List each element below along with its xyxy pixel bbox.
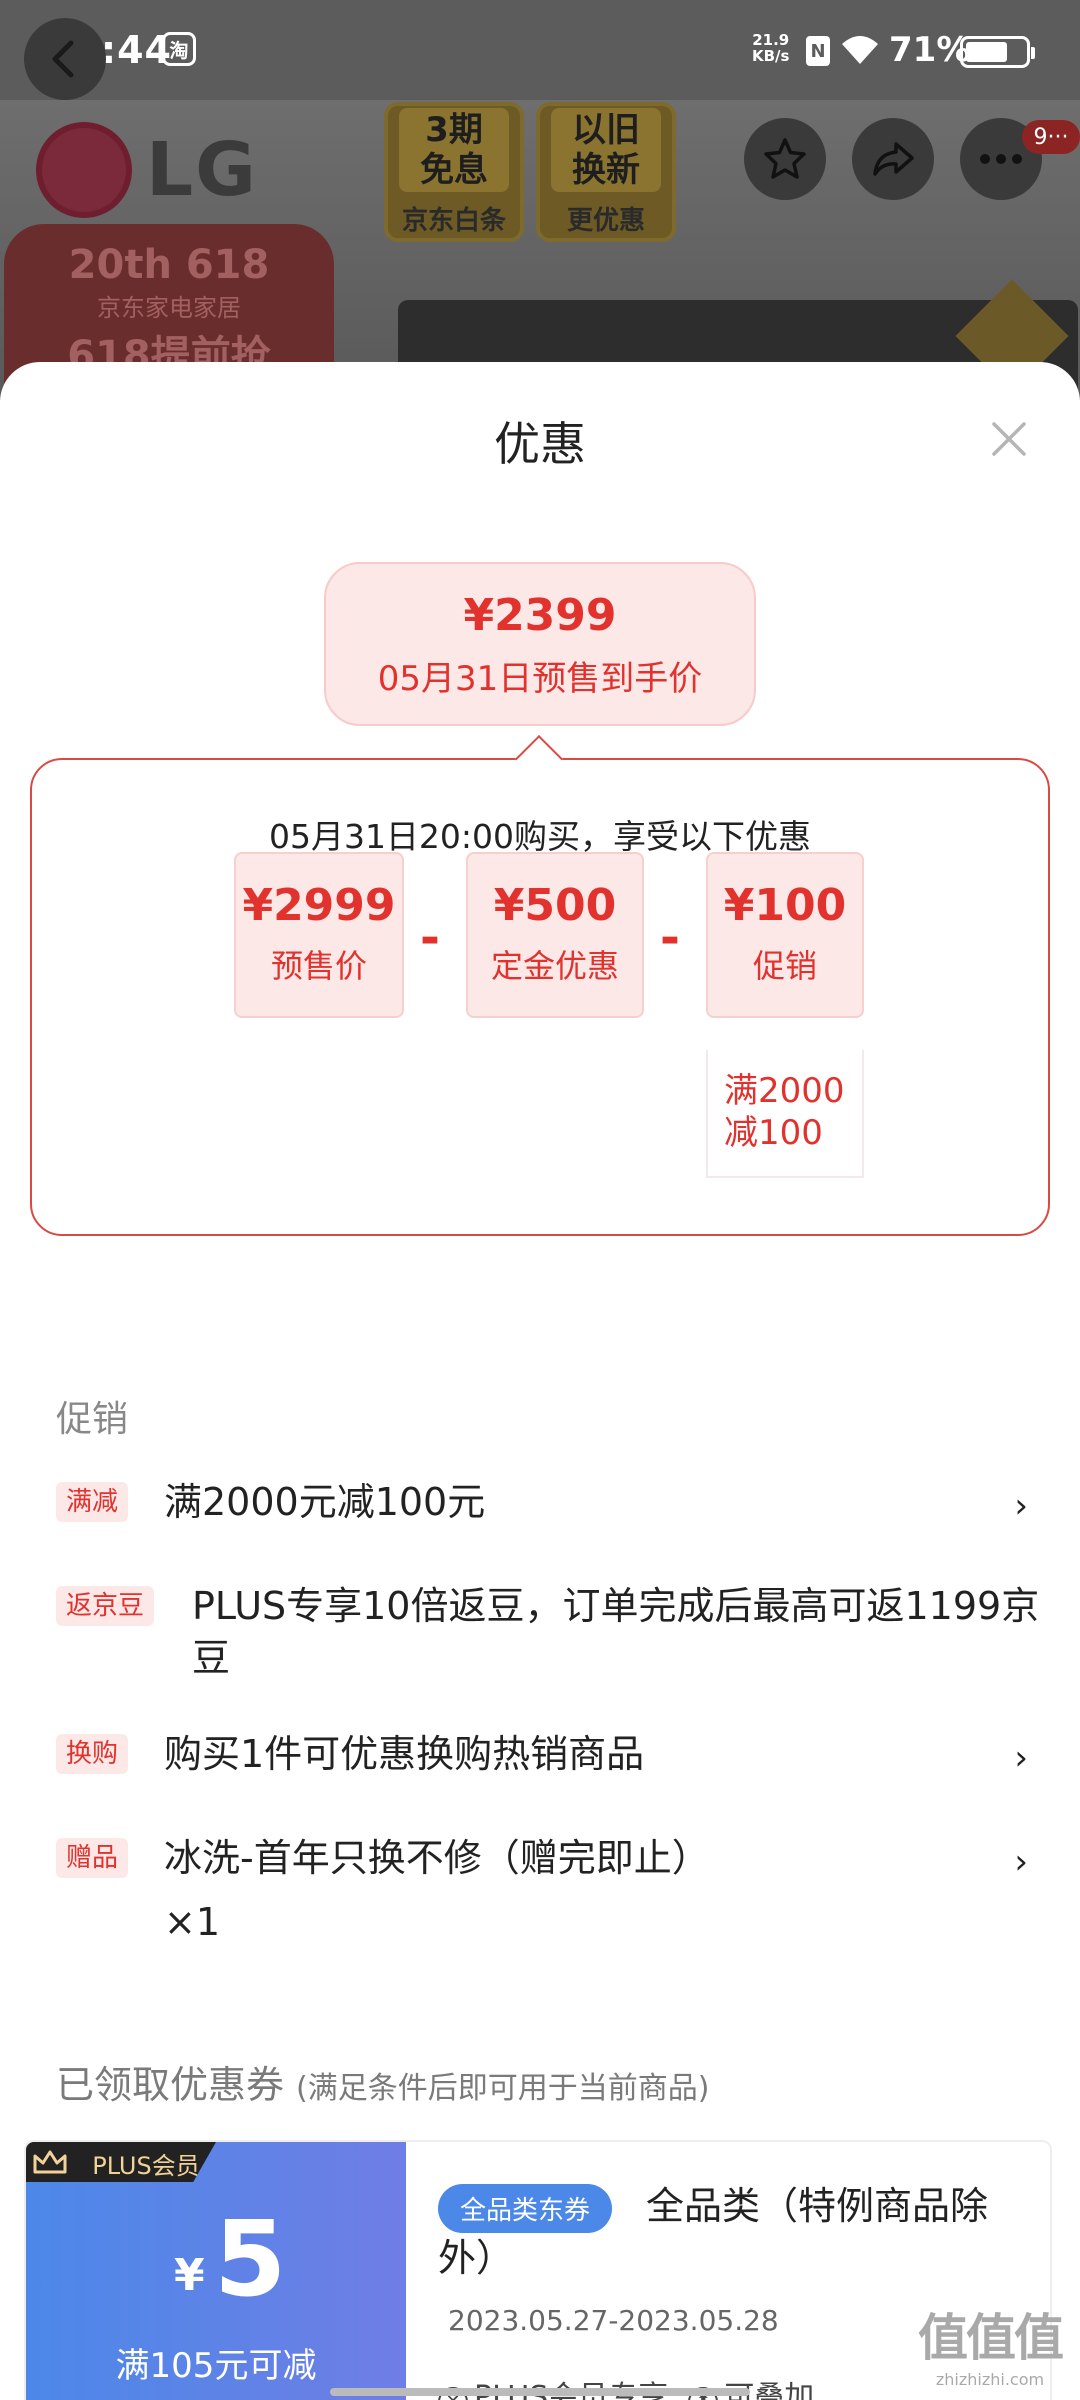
final-price: ¥2399 — [463, 590, 617, 641]
sale-badge-line1: 20th 618 — [68, 242, 270, 288]
coupon-condition: 满105元可减 — [115, 2346, 317, 2386]
back-arrow-icon — [52, 40, 74, 78]
promo-tag: 返京豆 — [56, 1586, 155, 1626]
battery-percentage: 71% — [889, 30, 971, 70]
promo-tag: 满减 — [56, 1482, 129, 1522]
network-speed: 21.9 KB/s — [752, 32, 789, 64]
chevron-right-icon: › — [1014, 1738, 1028, 1778]
coupon-section-title: 已领取优惠券 (满足条件后即可用于当前商品) — [56, 2054, 709, 2109]
promo-badge-title: 3期 免息 — [399, 107, 509, 192]
coupon-value-panel: PLUS会员 ¥ 5 满105元可减 — [26, 2142, 406, 2400]
promo-text: PLUS专享10倍返豆，订单完成后最高可返1199京豆 — [192, 1584, 1040, 1680]
promotion-discount-label: 促销 — [752, 947, 817, 985]
home-indicator[interactable] — [330, 2388, 750, 2396]
coupon-amount: 5 — [214, 2198, 287, 2320]
promo-row-exchange-purchase[interactable]: 换购 购买1件可优惠换购热销商品 › — [56, 1730, 1028, 1790]
brand-logo: LG — [36, 122, 258, 218]
nfc-icon: N — [806, 36, 830, 66]
site-watermark: 值值值 zhizhizhi.com — [918, 2298, 1064, 2389]
promo-text: 冰洗-首年只换不修（赠完即止） — [164, 1836, 710, 1880]
promo-row-jingdou-rebate: 返京豆 PLUS专享10倍返豆，订单完成后最高可返1199京豆 — [56, 1582, 1039, 1692]
deposit-discount-value: ¥500 — [493, 880, 617, 931]
final-price-desc: 05月31日预售到手价 — [377, 659, 703, 699]
promo-tradein-badge: 以旧 换新 更优惠 — [536, 102, 676, 242]
back-button[interactable] — [24, 18, 106, 100]
promotion-discount-card: ¥100 促销 — [706, 852, 864, 1018]
promo-section-label: 促销 — [56, 1399, 129, 1440]
minus-sign: - — [660, 910, 680, 966]
star-icon — [764, 138, 806, 179]
battery-fill — [966, 42, 1008, 62]
crown-icon — [33, 2150, 67, 2174]
status-bar: 16:44 淘 21.9 KB/s N 71% — [0, 0, 1080, 100]
coupon-section-heading: 已领取优惠券 — [56, 2063, 285, 2107]
promotion-discount-value: ¥100 — [723, 880, 847, 931]
taobao-notification-icon: 淘 — [162, 32, 196, 66]
presale-price-value: ¥2999 — [242, 880, 396, 931]
share-button[interactable] — [852, 118, 934, 200]
promo-row-full-reduction[interactable]: 满减 满2000元减100元 › — [56, 1478, 1028, 1538]
coupon-currency: ¥ — [174, 2250, 205, 2301]
discount-sheet: 优惠 ¥2399 05月31日预售到手价 05月31日20:00购买，享受以下优… — [0, 362, 1080, 2400]
coupon-validity-dates: 2023.05.27-2023.05.28 — [448, 2304, 779, 2337]
favorite-button[interactable] — [744, 118, 826, 200]
deposit-discount-card: ¥500 定金优惠 — [466, 852, 644, 1018]
sale-badge-line2: 京东家电家居 — [97, 294, 241, 322]
minus-sign: - — [420, 910, 440, 966]
promo-badge-subtitle: 京东白条 — [401, 205, 506, 236]
watermark-url: zhizhizhi.com — [935, 2370, 1045, 2389]
notification-badge: 9··· — [1022, 120, 1080, 154]
presale-price-card: ¥2999 预售价 — [234, 852, 404, 1018]
promo-text: 购买1件可优惠换购热销商品 — [164, 1732, 645, 1776]
more-dots-icon — [980, 154, 1022, 164]
share-icon — [873, 142, 914, 176]
breakdown-heading: 05月31日20:00购买，享受以下优惠 — [268, 817, 812, 856]
wifi-icon — [840, 34, 880, 70]
deposit-discount-label: 定金优惠 — [490, 947, 619, 985]
promo-text: 满2000元减100元 — [164, 1480, 486, 1524]
final-price-bubble: ¥2399 05月31日预售到手价 — [324, 562, 756, 726]
promo-row-gift[interactable]: 赠品 冰洗-首年只换不修（赠完即止） ×1 › — [56, 1834, 1028, 1954]
coupon-card[interactable]: PLUS会员 ¥ 5 满105元可减 全品类（特例商品除外） 全品类东券 202… — [24, 2140, 1052, 2400]
chevron-right-icon: › — [1014, 1486, 1028, 1526]
watermark-main: 值值值 — [918, 2309, 1064, 2367]
sheet-title: 优惠 — [494, 417, 586, 471]
close-button[interactable] — [986, 416, 1032, 462]
promo-badge-title: 以旧 换新 — [551, 107, 661, 192]
battery-icon — [960, 36, 1035, 68]
promo-tag: 赠品 — [56, 1838, 129, 1878]
promo-tag: 换购 — [56, 1734, 129, 1774]
coupon-section-subtitle: (满足条件后即可用于当前商品) — [296, 2071, 710, 2106]
presale-price-label: 预售价 — [270, 947, 367, 985]
bubble-pointer — [514, 734, 564, 784]
promotion-condition-note: 满2000 减100 — [706, 1050, 864, 1178]
close-icon — [992, 422, 1026, 456]
promo-badge-subtitle: 更优惠 — [566, 205, 645, 236]
coupon-category-tag: 全品类东券 — [438, 2184, 613, 2233]
gift-quantity: ×1 — [164, 1900, 221, 1944]
brand-name: LG — [146, 127, 258, 213]
lg-logo-mark — [36, 122, 132, 218]
promo-installment-badge: 3期 免息 京东白条 — [384, 102, 524, 242]
chevron-right-icon: › — [1014, 1842, 1028, 1882]
network-speed-unit: KB/s — [752, 47, 790, 65]
